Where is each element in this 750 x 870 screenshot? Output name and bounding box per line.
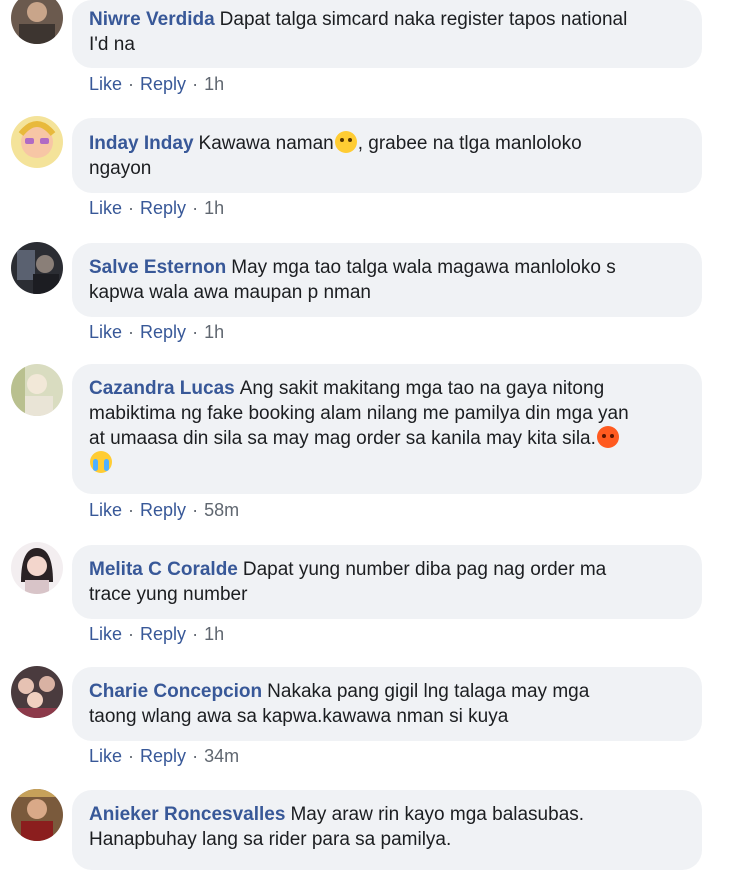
loudly-crying-face-icon	[90, 451, 112, 473]
separator: ·	[192, 746, 199, 766]
comment-bubble: Charie Concepcion Nakaka pang gigil lng t…	[72, 667, 702, 741]
comment-timestamp[interactable]: 1h	[204, 322, 224, 343]
like-link[interactable]: Like	[89, 500, 122, 521]
comment-timestamp[interactable]: 58m	[204, 500, 239, 521]
comment-actions: Like · Reply · 1h	[89, 322, 224, 343]
separator: ·	[192, 322, 199, 342]
reply-link[interactable]: Reply	[140, 500, 186, 521]
separator: ·	[128, 198, 135, 218]
comment-bubble: Niwre Verdida Dapat talga simcard naka re…	[72, 0, 702, 68]
comment-bubble: Cazandra Lucas Ang sakit makitang mga tao…	[72, 364, 702, 494]
avatar[interactable]	[11, 116, 63, 168]
like-link[interactable]: Like	[89, 322, 122, 343]
separator: ·	[128, 74, 135, 94]
reply-link[interactable]: Reply	[140, 624, 186, 645]
avatar[interactable]	[11, 364, 63, 416]
comment-bubble: Inday Inday Kawawa naman , grabee na tlga …	[72, 118, 702, 193]
comment-text: May araw rin kayo mga balasubas.	[290, 804, 585, 825]
avatar[interactable]	[11, 0, 63, 44]
like-link[interactable]: Like	[89, 74, 122, 95]
comment-actions: Like · Reply · 58m	[89, 500, 239, 521]
comment-text: Dapat yung number diba pag nag order ma	[242, 559, 607, 580]
comment-text: taong wlang awa sa kapwa.kawawa nman si …	[89, 706, 509, 727]
comment-actions: Like · Reply · 1h	[89, 198, 224, 219]
comment-author[interactable]: Cazandra Lucas	[89, 378, 235, 399]
separator: ·	[192, 624, 199, 644]
reply-link[interactable]: Reply	[140, 746, 186, 767]
comment-author[interactable]: Anieker Roncesvalles	[89, 804, 285, 825]
comment-text: Hanapbuhay lang sa rider para sa pamilya…	[89, 829, 452, 850]
avatar[interactable]	[11, 242, 63, 294]
comment-actions: Like · Reply · 1h	[89, 74, 224, 95]
separator: ·	[192, 500, 199, 520]
comment-author[interactable]: Inday Inday	[89, 133, 194, 154]
comment-author[interactable]: Charie Concepcion	[89, 681, 262, 702]
avatar[interactable]	[11, 542, 63, 594]
comment-timestamp[interactable]: 1h	[204, 624, 224, 645]
separator: ·	[128, 322, 135, 342]
comment-actions: Like · Reply · 34m	[89, 746, 239, 767]
comment-text: I'd na	[89, 34, 135, 55]
comment-timestamp[interactable]: 1h	[204, 198, 224, 219]
comment-actions: Like · Reply · 1h	[89, 624, 224, 645]
comment-text: at umaasa din sila sa may mag order sa k…	[89, 428, 596, 449]
comment-text: , grabee na tlga manloloko	[357, 133, 582, 154]
comment-bubble: Salve Esternon May mga tao talga wala mag…	[72, 243, 702, 317]
comment-bubble: Anieker Roncesvalles May araw rin kayo mg…	[72, 790, 702, 870]
reply-link[interactable]: Reply	[140, 74, 186, 95]
crying-face-icon	[334, 131, 357, 153]
comment-text: kapwa wala awa maupan p nman	[89, 282, 372, 303]
separator: ·	[128, 746, 135, 766]
comment-text: Dapat talga simcard naka register tapos …	[219, 9, 628, 30]
comment-text: Kawawa naman	[198, 133, 334, 154]
reply-link[interactable]: Reply	[140, 322, 186, 343]
separator: ·	[128, 500, 135, 520]
like-link[interactable]: Like	[89, 198, 122, 219]
separator: ·	[128, 624, 135, 644]
comment-timestamp[interactable]: 1h	[204, 74, 224, 95]
comment-text: May mga tao talga wala magawa manloloko …	[231, 257, 616, 278]
comment-text: trace yung number	[89, 584, 248, 605]
avatar[interactable]	[11, 666, 63, 718]
comment-author[interactable]: Melita C Coralde	[89, 559, 238, 580]
avatar[interactable]	[11, 789, 63, 841]
separator: ·	[192, 74, 199, 94]
comment-bubble: Melita C Coralde Dapat yung number diba p…	[72, 545, 702, 619]
like-link[interactable]: Like	[89, 624, 122, 645]
separator: ·	[192, 198, 199, 218]
comment-text: ngayon	[89, 158, 152, 179]
reply-link[interactable]: Reply	[140, 198, 186, 219]
comment-author[interactable]: Salve Esternon	[89, 257, 226, 278]
comment-author[interactable]: Niwre Verdida	[89, 9, 215, 30]
comment-timestamp[interactable]: 34m	[204, 746, 239, 767]
angry-face-icon	[596, 426, 619, 448]
like-link[interactable]: Like	[89, 746, 122, 767]
comment-text: Ang sakit makitang mga tao na gaya niton…	[239, 378, 605, 399]
comment-text: mabiktima ng fake booking alam nilang me…	[89, 403, 629, 424]
comment-text: Nakaka pang gigil lng talaga may mga	[267, 681, 590, 702]
